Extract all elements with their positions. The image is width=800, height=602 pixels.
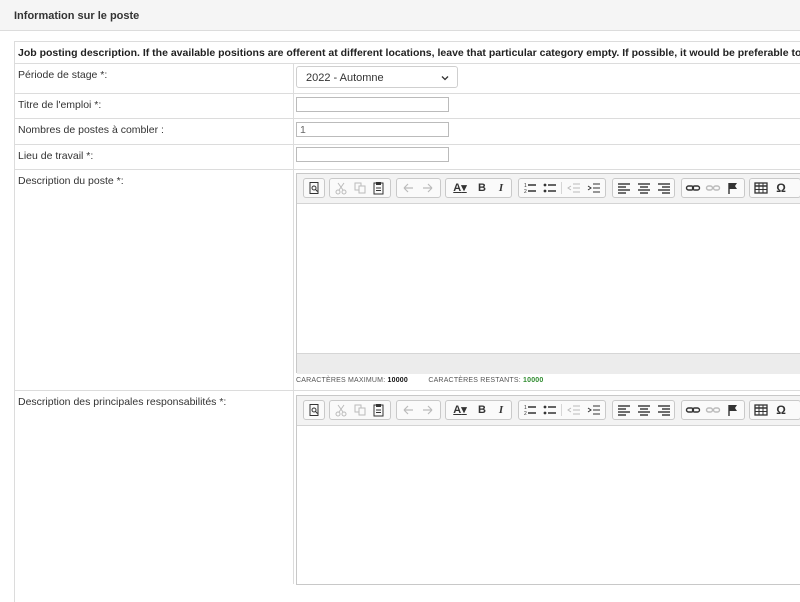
redo-icon[interactable] (419, 402, 437, 418)
row-divider (14, 390, 800, 391)
max-chars-value: 10000 (387, 377, 408, 384)
link-icon[interactable] (684, 180, 702, 196)
period-select[interactable]: 2022 - Automne (296, 66, 458, 88)
remaining-chars-value: 10000 (523, 377, 544, 384)
align-center-icon[interactable] (635, 402, 653, 418)
italic-icon[interactable]: I (492, 402, 510, 418)
responsibilities-editor: A▾ B I 12 Ω (296, 395, 800, 585)
special-char-icon[interactable]: Ω (772, 180, 790, 196)
undo-icon[interactable] (399, 180, 417, 196)
text-color-icon[interactable]: A▾ (448, 402, 472, 418)
cut-icon[interactable] (332, 402, 350, 418)
row-divider (14, 169, 800, 170)
indent-icon[interactable] (585, 180, 603, 196)
max-chars-label: CARACTÈRES MAXIMUM: (296, 377, 386, 384)
paste-icon[interactable] (370, 402, 388, 418)
svg-text:2: 2 (524, 411, 527, 417)
toolbar-group (329, 400, 391, 420)
period-select-value: 2022 - Automne (306, 72, 384, 84)
positions-label: Nombres de postes à combler : (18, 124, 164, 136)
positions-value: 1 (300, 124, 306, 136)
align-left-icon[interactable] (615, 402, 633, 418)
align-center-icon[interactable] (635, 180, 653, 196)
toolbar-group (612, 400, 675, 420)
editor-toolbar: A▾ B I 12 Ω (297, 396, 800, 426)
character-counter: CARACTÈRES MAXIMUM: 10000 CARACTÈRES RES… (296, 377, 544, 384)
bulleted-list-icon[interactable] (541, 402, 559, 418)
work-location-label: Lieu de travail *: (18, 150, 94, 162)
text-color-icon[interactable]: A▾ (448, 180, 472, 196)
toolbar-group (303, 400, 325, 420)
toolbar-group: 12 (518, 178, 606, 198)
chevron-down-icon (441, 76, 449, 81)
toolbar-group: 12 (518, 400, 606, 420)
bold-icon[interactable]: B (473, 180, 491, 196)
toolbar-separator (561, 404, 562, 416)
job-description-editor: A▾ B I 12 Ω (296, 173, 800, 374)
job-title-label: Titre de l'emploi *: (18, 99, 102, 111)
indent-icon[interactable] (585, 402, 603, 418)
paste-icon[interactable] (370, 180, 388, 196)
toolbar-group: Ω (749, 178, 800, 198)
toolbar-group (681, 178, 745, 198)
panel-header: Information sur le poste (0, 0, 800, 31)
svg-text:2: 2 (524, 189, 527, 195)
period-label: Période de stage *: (18, 69, 108, 81)
bold-icon[interactable]: B (473, 402, 491, 418)
preview-icon[interactable] (305, 180, 323, 196)
job-description-label: Description du poste *: (18, 175, 124, 187)
redo-icon[interactable] (419, 180, 437, 196)
panel-title: Information sur le poste (14, 10, 140, 22)
align-left-icon[interactable] (615, 180, 633, 196)
align-right-icon[interactable] (655, 402, 673, 418)
toolbar-group: A▾ B I (445, 178, 512, 198)
row-divider (14, 93, 800, 94)
editor-content-area[interactable] (297, 204, 800, 353)
italic-icon[interactable]: I (492, 180, 510, 196)
toolbar-group (612, 178, 675, 198)
editor-toolbar: A▾ B I 12 Ω (297, 174, 800, 204)
cut-icon[interactable] (332, 180, 350, 196)
outdent-icon[interactable] (565, 402, 583, 418)
table-icon[interactable] (752, 180, 770, 196)
editor-content-area[interactable] (297, 426, 800, 586)
row-divider (14, 118, 800, 119)
remaining-chars-label: CARACTÈRES RESTANTS: (428, 377, 521, 384)
toolbar-separator (561, 182, 562, 194)
outdent-icon[interactable] (565, 180, 583, 196)
toolbar-group (681, 400, 745, 420)
work-location-input[interactable] (296, 147, 449, 162)
undo-icon[interactable] (399, 402, 417, 418)
unlink-icon[interactable] (704, 180, 722, 196)
toolbar-group (396, 400, 441, 420)
numbered-list-icon[interactable]: 12 (521, 180, 539, 196)
unlink-icon[interactable] (704, 402, 722, 418)
toolbar-group: A▾ B I (445, 400, 512, 420)
copy-icon[interactable] (351, 180, 369, 196)
toolbar-group (329, 178, 391, 198)
toolbar-group (303, 178, 325, 198)
toolbar-group (396, 178, 441, 198)
anchor-icon[interactable] (724, 402, 742, 418)
bulleted-list-icon[interactable] (541, 180, 559, 196)
responsibilities-label: Description des principales responsabili… (18, 396, 227, 408)
preview-icon[interactable] (305, 402, 323, 418)
copy-icon[interactable] (351, 402, 369, 418)
positions-input[interactable]: 1 (296, 122, 449, 137)
special-char-icon[interactable]: Ω (772, 402, 790, 418)
column-divider (293, 64, 294, 584)
align-right-icon[interactable] (655, 180, 673, 196)
link-icon[interactable] (684, 402, 702, 418)
numbered-list-icon[interactable]: 12 (521, 402, 539, 418)
editor-status-bar (297, 353, 800, 374)
job-title-input[interactable] (296, 97, 449, 112)
intro-text: Job posting description. If the availabl… (18, 47, 800, 59)
toolbar-group: Ω (749, 400, 800, 420)
row-divider (14, 144, 800, 145)
row-divider (14, 63, 800, 64)
anchor-icon[interactable] (724, 180, 742, 196)
table-icon[interactable] (752, 402, 770, 418)
